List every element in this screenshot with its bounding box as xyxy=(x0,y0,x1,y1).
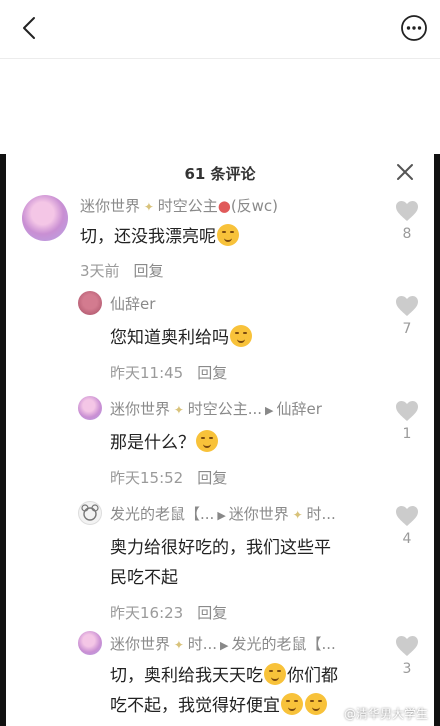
comment-author[interactable]: 迷你世界 ✦ 时空公主●(反wc) xyxy=(80,195,278,216)
comment-meta: 昨天11:45 回复 xyxy=(110,362,227,383)
comment-meta: 3天前 回复 xyxy=(80,260,164,281)
like-button[interactable]: 3 xyxy=(394,635,420,677)
back-icon xyxy=(23,17,35,39)
comment-author[interactable]: 发光的老鼠【... ▶ 迷你世界 ✦ 时... xyxy=(110,503,336,524)
author-name-part: 发光的老鼠【... xyxy=(231,635,336,653)
smile-emoji xyxy=(264,663,286,685)
reply-arrow-icon: ▶ xyxy=(220,639,229,652)
reply-button[interactable]: 回复 xyxy=(197,364,227,382)
watermark: @清华男大学生 xyxy=(343,707,428,721)
comment-text-content: 那是什么？ xyxy=(110,433,195,453)
comment-time: 昨天16:23 xyxy=(110,604,184,622)
comment-text-part: 吃不起，我觉得好便宜 xyxy=(110,696,280,716)
author-name-part: 迷你世界 xyxy=(110,635,171,653)
avatar xyxy=(78,501,102,525)
author-name-part: 时空公主... xyxy=(187,400,263,418)
smile-emoji xyxy=(281,693,303,715)
comment-text: 那是什么？ xyxy=(110,428,219,458)
comment-text-line: 切，奥利给我天天吃 你们都 xyxy=(110,661,338,691)
sparkle-icon: ✦ xyxy=(288,508,307,522)
comment-text: 您知道奥利给吗 xyxy=(110,323,253,353)
comment-author[interactable]: 迷你世界 ✦ 时空公主... ▶ 仙辞er xyxy=(110,398,322,419)
sparkle-icon: ✦ xyxy=(170,638,188,652)
avatar xyxy=(78,631,102,655)
strawberry-icon: ● xyxy=(217,197,231,215)
smile-emoji xyxy=(217,224,239,246)
avatar xyxy=(22,195,68,241)
reply-arrow-icon: ▶ xyxy=(265,404,274,417)
smile-emoji xyxy=(196,430,218,452)
comment-item: 仙辞er 您知道奥利给吗 昨天11:45 回复 7 xyxy=(6,285,434,390)
author-name-part: 时... xyxy=(306,505,336,523)
comment-time: 3天前 xyxy=(80,262,120,280)
comment-time: 昨天15:52 xyxy=(110,469,184,487)
comment-text-part: 切，奥利给我天天吃 xyxy=(110,666,263,686)
sparkle-icon: ✦ xyxy=(140,200,158,214)
author-name-part: 迷你世界 xyxy=(228,505,289,523)
comment-item: 迷你世界 ✦ 时空公主... ▶ 仙辞er 那是什么？ 昨天15:52 回复 1 xyxy=(6,390,434,495)
comment-text-line: 奥力给很好吃的，我们这些平 xyxy=(110,538,331,558)
comment-author[interactable]: 仙辞er xyxy=(110,293,155,314)
comment-item: 发光的老鼠【... ▶ 迷你世界 ✦ 时... 奥力给很好吃的，我们这些平 民吃不起… xyxy=(6,495,434,625)
mouse-avatar-icon xyxy=(81,504,99,521)
like-button[interactable]: 1 xyxy=(394,400,420,442)
reply-button[interactable]: 回复 xyxy=(197,469,227,487)
reply-button[interactable]: 回复 xyxy=(134,262,164,280)
heart-icon xyxy=(396,296,418,316)
like-count: 3 xyxy=(402,661,412,677)
like-count: 4 xyxy=(402,531,412,547)
smile-emoji xyxy=(230,325,252,347)
like-count: 1 xyxy=(402,426,412,442)
author-name-part: (反wc) xyxy=(230,197,279,215)
like-button[interactable]: 7 xyxy=(394,295,420,337)
heart-icon xyxy=(396,201,418,221)
comment-sheet-header: 61 条评论 xyxy=(6,154,434,190)
author-name-part: 发光的老鼠【... xyxy=(110,505,215,523)
author-name-part: 仙辞er xyxy=(110,295,156,313)
avatar xyxy=(78,396,102,420)
heart-icon xyxy=(396,506,418,526)
comment-text: 切，奥利给我天天吃 你们都 吃不起，我觉得好便宜 xyxy=(110,661,338,721)
comment-item: 迷你世界 ✦ 时空公主●(反wc) 切，还没我漂亮呢 3天前 回复 8 xyxy=(6,190,434,285)
more-icon xyxy=(401,15,427,41)
comment-text: 奥力给很好吃的，我们这些平 民吃不起 xyxy=(110,533,331,593)
comment-text-content: 您知道奥利给吗 xyxy=(110,328,229,348)
top-bar xyxy=(0,0,440,59)
like-count: 7 xyxy=(402,321,412,337)
like-button[interactable]: 4 xyxy=(394,505,420,547)
author-name-part: 仙辞er xyxy=(276,400,322,418)
close-icon xyxy=(397,164,413,180)
heart-icon xyxy=(396,636,418,656)
comment-time: 昨天11:45 xyxy=(110,364,184,382)
comment-text-line: 吃不起，我觉得好便宜 xyxy=(110,691,338,721)
close-button[interactable] xyxy=(396,163,414,181)
comment-sheet: 61 条评论 迷你世界 ✦ 时空公主●(反wc) 切，还没我漂亮呢 3天前 回复 … xyxy=(6,154,434,726)
like-button[interactable]: 8 xyxy=(394,200,420,242)
like-count: 8 xyxy=(402,226,412,242)
more-button[interactable] xyxy=(400,14,428,42)
author-name-part: 迷你世界 xyxy=(110,400,171,418)
heart-icon xyxy=(396,401,418,421)
avatar xyxy=(78,291,102,315)
comment-text-line: 民吃不起 xyxy=(110,568,178,588)
comment-text-part: 你们都 xyxy=(287,666,338,686)
video-frame: 61 条评论 迷你世界 ✦ 时空公主●(反wc) 切，还没我漂亮呢 3天前 回复 … xyxy=(0,154,440,726)
back-button[interactable] xyxy=(16,14,44,42)
reply-arrow-icon: ▶ xyxy=(217,509,226,522)
author-name-part: 时空公主 xyxy=(157,197,218,215)
blank-area xyxy=(0,59,440,154)
author-name-part: 时... xyxy=(187,635,218,653)
sparkle-icon: ✦ xyxy=(170,403,188,417)
comment-author[interactable]: 迷你世界 ✦ 时... ▶ 发光的老鼠【... xyxy=(110,633,336,654)
author-name-part: 迷你世界 xyxy=(80,197,141,215)
comment-text: 切，还没我漂亮呢 xyxy=(80,222,240,252)
comment-meta: 昨天16:23 回复 xyxy=(110,602,227,623)
comment-count: 61 条评论 xyxy=(184,165,256,183)
reply-button[interactable]: 回复 xyxy=(197,604,227,622)
comment-meta: 昨天15:52 回复 xyxy=(110,467,227,488)
smile-emoji xyxy=(305,693,327,715)
comment-text-content: 切，还没我漂亮呢 xyxy=(80,227,216,247)
